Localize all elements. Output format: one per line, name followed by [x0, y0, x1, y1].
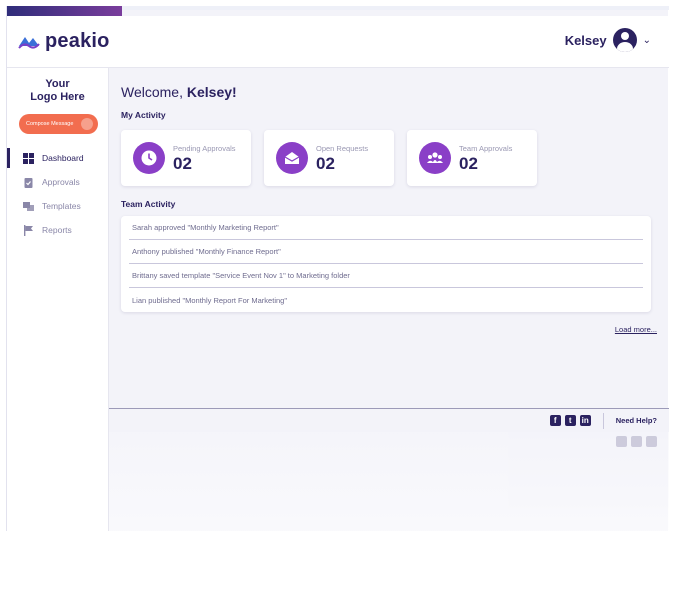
sidebar-nav: Dashboard Approvals Templates Reports	[7, 146, 108, 242]
team-icon	[419, 142, 451, 174]
templates-icon	[23, 201, 34, 211]
top-accent-line	[122, 6, 669, 10]
welcome-name: Kelsey!	[186, 84, 237, 100]
welcome-heading: Welcome, Kelsey!	[121, 84, 237, 100]
user-name: Kelsey	[564, 32, 607, 48]
card-value: 02	[316, 154, 335, 173]
main-content: Welcome, Kelsey! My Activity Pending App…	[109, 68, 669, 408]
dashboard-grid-icon	[23, 152, 34, 164]
open-requests-card[interactable]: Open Requests 02	[264, 130, 394, 186]
my-activity-title: My Activity	[121, 110, 166, 120]
sidebar-item-label: Approvals	[42, 177, 80, 187]
top-accent-bar	[7, 6, 122, 16]
team-approvals-card[interactable]: Team Approvals 02	[407, 130, 537, 186]
list-item: Anthony published "Monthly Finance Repor…	[129, 240, 643, 264]
sidebar-item-dashboard[interactable]: Dashboard	[7, 146, 108, 170]
pending-approvals-card[interactable]: Pending Approvals 02	[121, 130, 251, 186]
brand-logo[interactable]: peakio	[17, 30, 110, 53]
card-label: Open Requests	[316, 144, 369, 153]
logo-text-line-2: Logo Here	[30, 91, 85, 103]
team-activity-title: Team Activity	[121, 199, 176, 209]
app-window: peakio Kelsey ⌄ Your Logo Here Compose M…	[6, 6, 669, 537]
logo-placeholder: Your Logo Here	[7, 78, 108, 104]
sidebar-item-label: Reports	[42, 225, 72, 235]
sidebar-item-templates[interactable]: Templates	[7, 194, 108, 218]
load-more-link[interactable]: Load more...	[615, 325, 657, 334]
flag-icon	[24, 224, 33, 236]
clock-icon	[133, 142, 165, 174]
linkedin-icon	[646, 436, 657, 447]
twitter-icon[interactable]: t	[564, 415, 576, 426]
twitter-icon	[631, 436, 642, 447]
sidebar-item-label: Dashboard	[42, 153, 84, 163]
user-menu[interactable]: Kelsey ⌄	[565, 28, 651, 52]
team-activity-list: Sarah approved "Monthly Marketing Report…	[121, 216, 651, 312]
top-header: peakio Kelsey ⌄	[7, 16, 669, 68]
card-label: Team Approvals	[459, 144, 513, 153]
need-help-link[interactable]: Need Help?	[616, 416, 657, 425]
footer-divider	[602, 412, 604, 429]
card-value: 02	[173, 154, 192, 173]
footer-reflection	[109, 432, 669, 537]
chevron-down-icon[interactable]: ⌄	[643, 35, 651, 46]
list-item: Brittany saved template "Service Event N…	[129, 264, 643, 288]
welcome-prefix: Welcome,	[121, 84, 183, 100]
plus-icon: +	[81, 118, 93, 130]
peak-wave-icon	[18, 36, 40, 49]
logo-text-line-1: Your	[45, 78, 70, 90]
linkedin-icon[interactable]: in	[579, 415, 591, 426]
clipboard-check-icon	[24, 177, 33, 188]
user-avatar-icon[interactable]	[612, 28, 637, 52]
sidebar-item-approvals[interactable]: Approvals	[7, 170, 108, 194]
facebook-icon	[616, 436, 627, 447]
list-item: Lian published "Monthly Report For Marke…	[132, 295, 287, 305]
footer: f t in Need Help?	[109, 408, 669, 432]
brand-name: peakio	[45, 30, 110, 52]
sidebar-item-reports[interactable]: Reports	[7, 218, 108, 242]
compose-message-label: Compose Message	[26, 121, 74, 127]
facebook-icon[interactable]: f	[549, 415, 561, 426]
list-item: Sarah approved "Monthly Marketing Report…	[129, 216, 643, 240]
compose-message-button[interactable]: Compose Message +	[19, 114, 98, 134]
sidebar: Your Logo Here Compose Message + Dashboa…	[7, 68, 109, 531]
envelope-open-icon	[276, 142, 308, 174]
reflection-row	[616, 436, 657, 447]
sidebar-item-label: Templates	[42, 201, 81, 211]
card-value: 02	[459, 154, 478, 173]
card-label: Pending Approvals	[173, 144, 236, 153]
